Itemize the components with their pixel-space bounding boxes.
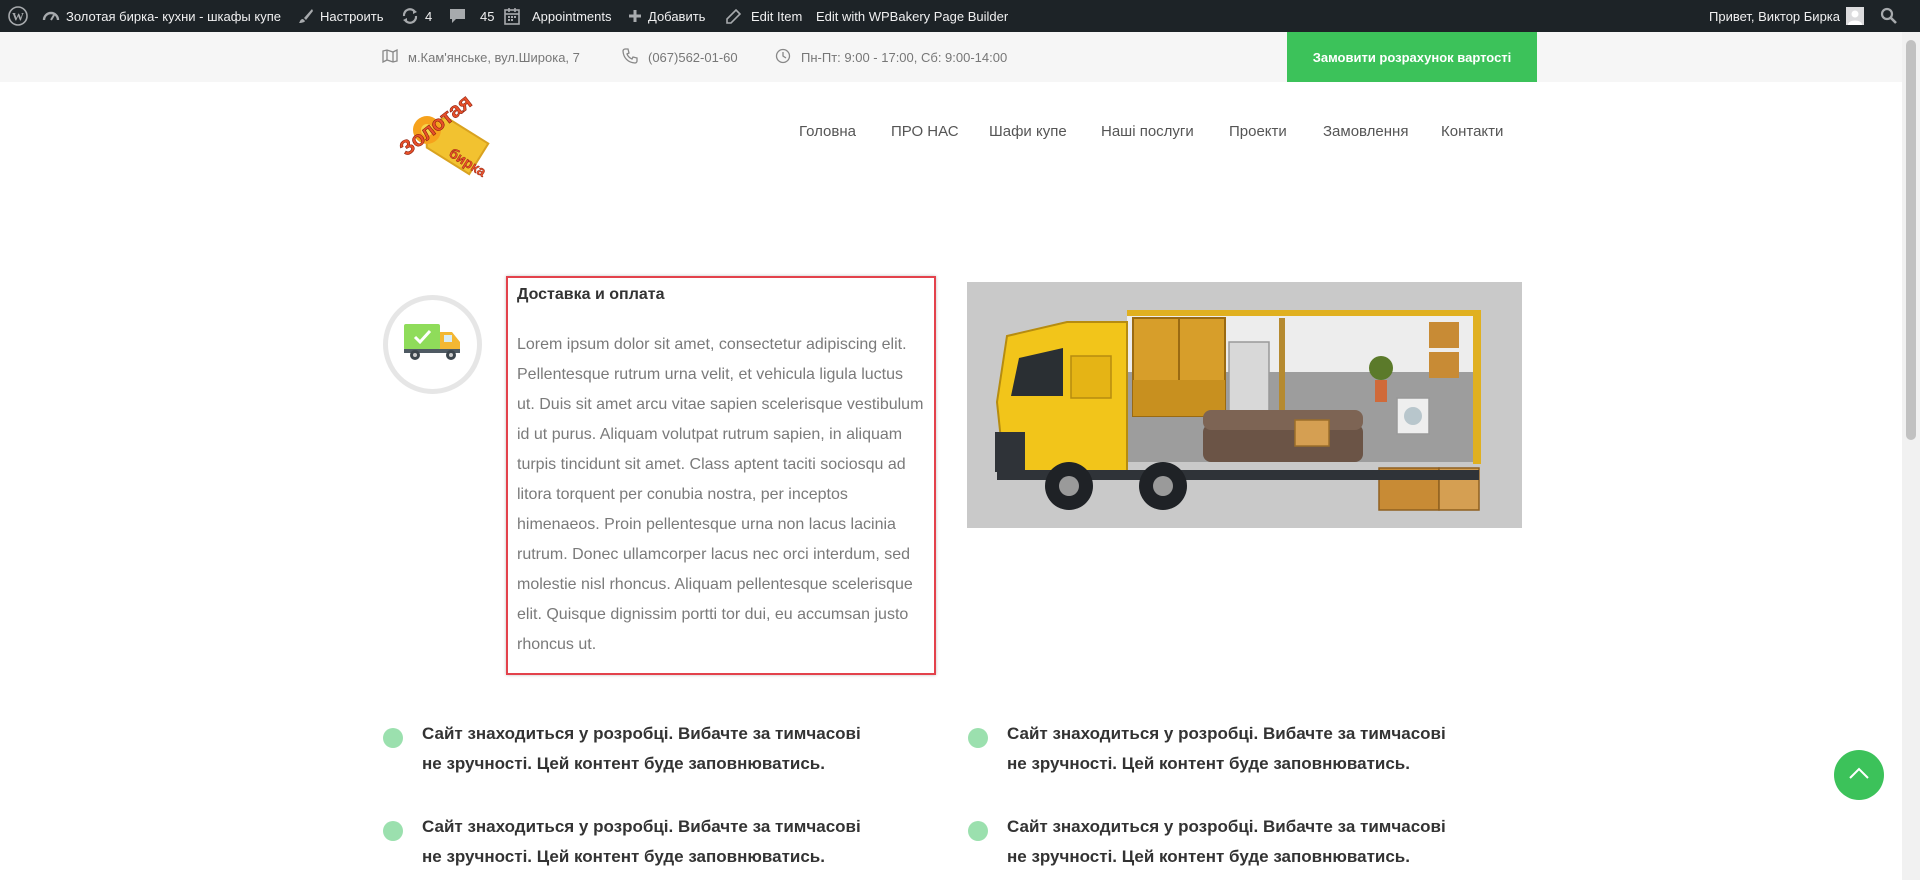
refresh-icon — [401, 7, 419, 25]
svg-text:W: W — [12, 10, 24, 24]
hours-text: Пн-Пт: 9:00 - 17:00, Сб: 9:00-14:00 — [801, 49, 1008, 65]
bullet-dot — [383, 728, 403, 748]
admin-bar: W Золотая бирка- кухни - шкафы купе Наст… — [0, 0, 1920, 32]
site-name-label: Золотая бирка- кухни - шкафы купе — [66, 8, 281, 24]
add-new-menu[interactable]: Добавить — [628, 0, 705, 32]
admin-search[interactable] — [1880, 0, 1898, 32]
list-item-text: Сайт знаходиться у розробці. Вибачте за … — [1007, 724, 1446, 773]
comments-count: 45 — [480, 8, 495, 24]
address-text: м.Кам'янське, вул.Широка, 7 — [408, 49, 580, 65]
delivery-truck-icon — [402, 320, 464, 369]
updates-link[interactable]: 4 — [401, 0, 432, 32]
phone-text: (067)562-01-60 — [648, 49, 738, 65]
plus-icon — [628, 9, 642, 23]
scrollbar-thumb[interactable] — [1906, 40, 1916, 440]
appointments-link[interactable]: Appointments — [504, 0, 612, 32]
dashboard-icon — [42, 7, 60, 25]
customize-link[interactable]: Настроить — [298, 0, 384, 32]
calendar-icon — [504, 7, 520, 25]
order-estimate-button[interactable]: Замовити розрахунок вартості — [1287, 32, 1537, 82]
map-icon — [382, 48, 398, 66]
nav-item-wardrobes[interactable]: Шафи купе — [989, 116, 1067, 146]
customize-label: Настроить — [320, 8, 384, 24]
wp-logo-menu[interactable]: W — [8, 0, 28, 32]
delivery-payment-title: Доставка и оплата — [517, 286, 665, 303]
appointments-label: Appointments — [532, 8, 612, 24]
nav-item-about[interactable]: ПРО НАС — [891, 116, 959, 146]
brush-icon — [298, 8, 314, 24]
comment-icon — [449, 8, 466, 24]
bullet-dot — [968, 728, 988, 748]
delivery-payment-text: Lorem ipsum dolor sit amet, consectetur … — [517, 336, 924, 653]
bullet-dot — [968, 821, 988, 841]
delivery-payment-block: Доставка и оплата Lorem ipsum dolor sit … — [506, 276, 936, 675]
wordpress-icon: W — [8, 6, 28, 26]
edit-item-label: Edit Item — [751, 8, 803, 24]
phone-icon — [622, 47, 638, 67]
address-info: м.Кам'янське, вул.Широка, 7 — [382, 32, 580, 82]
site-name-menu[interactable]: Золотая бирка- кухни - шкафы купе — [42, 0, 281, 32]
nav-item-services[interactable]: Наші послуги — [1101, 116, 1194, 146]
delivery-icon-badge — [383, 295, 482, 394]
order-estimate-label: Замовити розрахунок вартості — [1312, 49, 1512, 65]
pencil-icon — [726, 8, 741, 24]
phone-info[interactable]: (067)562-01-60 — [622, 32, 738, 82]
page-scrollbar[interactable] — [1902, 32, 1920, 880]
list-item-text: Сайт знаходиться у розробці. Вибачте за … — [422, 817, 861, 866]
main-nav: Головна ПРО НАС Шафи купе Наші послуги П… — [0, 116, 1920, 146]
nav-item-contacts[interactable]: Контакти — [1441, 116, 1503, 146]
wpbakery-link[interactable]: Edit with WPBakery Page Builder — [816, 0, 1008, 32]
nav-item-projects[interactable]: Проекти — [1229, 116, 1287, 146]
chevron-up-icon — [1848, 766, 1870, 785]
nav-item-orders[interactable]: Замовлення — [1323, 116, 1408, 146]
nav-item-home[interactable]: Головна — [799, 116, 856, 146]
my-account-menu[interactable]: Привет, Виктор Бирка — [1709, 0, 1865, 32]
greeting-label: Привет, Виктор Бирка — [1709, 8, 1841, 24]
edit-item-link[interactable]: Edit Item — [726, 0, 802, 32]
search-icon — [1880, 7, 1898, 25]
comments-link[interactable]: 45 — [449, 0, 494, 32]
top-info-bar: м.Кам'янське, вул.Широка, 7 (067)562-01-… — [0, 32, 1902, 82]
back-to-top-button[interactable] — [1834, 750, 1884, 800]
avatar — [1846, 7, 1865, 25]
moving-truck-image — [967, 282, 1522, 528]
bullet-dot — [383, 821, 403, 841]
list-item-text: Сайт знаходиться у розробці. Вибачте за … — [422, 724, 861, 773]
list-item-text: Сайт знаходиться у розробці. Вибачте за … — [1007, 817, 1446, 866]
add-new-label: Добавить — [648, 8, 706, 24]
hours-info: Пн-Пт: 9:00 - 17:00, Сб: 9:00-14:00 — [775, 32, 1007, 82]
wpbakery-label: Edit with WPBakery Page Builder — [816, 8, 1009, 24]
updates-count: 4 — [425, 8, 433, 24]
clock-icon — [775, 48, 791, 67]
